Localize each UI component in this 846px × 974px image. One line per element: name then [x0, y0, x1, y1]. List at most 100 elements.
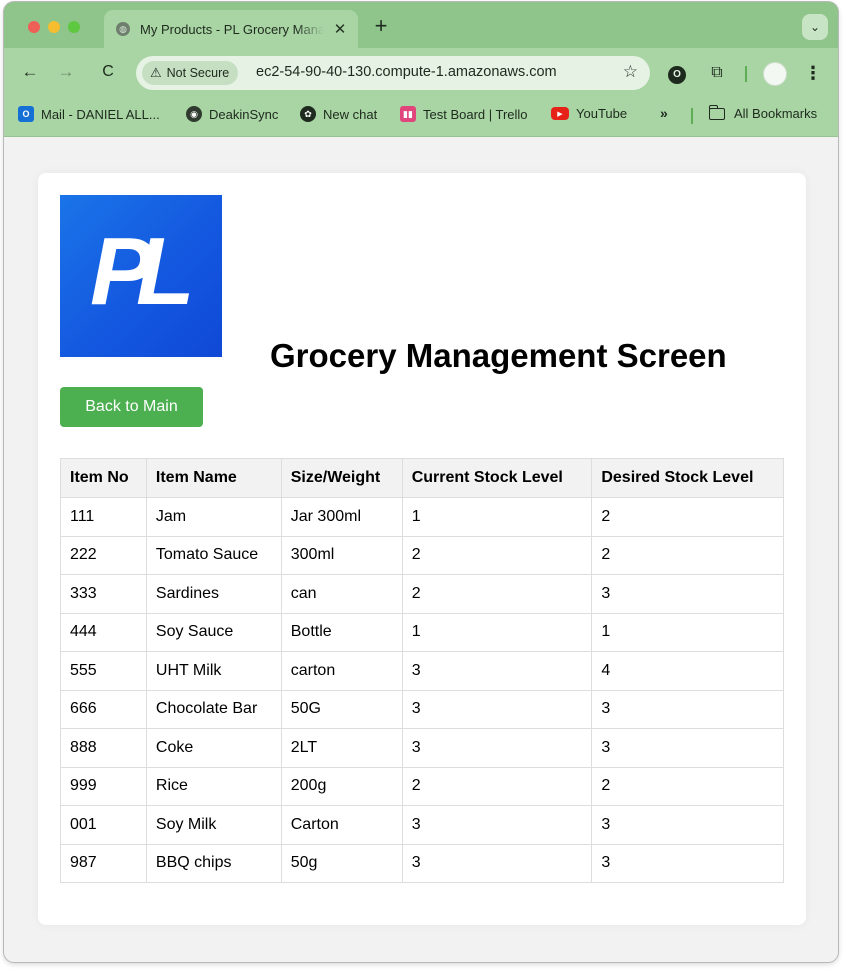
close-tab-icon[interactable]: ✕ [332, 20, 348, 38]
reload-icon[interactable]: C [96, 60, 120, 84]
table-row: 888 Coke 2LT 3 3 [60, 728, 784, 768]
bookmark-label: Mail - DANIEL ALL... [41, 106, 160, 122]
back-to-main-button[interactable]: Back to Main [60, 387, 203, 427]
cell-desired-stock: 4 [591, 651, 784, 691]
browser-toolbar: ← → C ⚠ Not Secure ec2-54-90-40-130.comp… [4, 48, 838, 96]
cell-desired-stock: 2 [591, 535, 784, 575]
cell-current-stock: 2 [401, 574, 593, 614]
cell-size-weight: Carton [280, 805, 403, 845]
youtube-icon: ▶ [551, 107, 569, 120]
outlook-icon: O [18, 106, 34, 122]
deakinsync-icon: ◉ [186, 106, 202, 122]
tab-search-button[interactable]: ⌄ [802, 14, 828, 40]
cell-item-no: 987 [60, 843, 147, 883]
cell-desired-stock: 3 [591, 689, 784, 729]
forward-arrow-icon[interactable]: → [54, 60, 78, 84]
cell-item-name: Sardines [145, 574, 282, 614]
page-title: Grocery Management Screen [270, 337, 727, 374]
cell-desired-stock: 3 [591, 805, 784, 845]
cell-current-stock: 1 [401, 497, 593, 537]
cell-current-stock: 3 [401, 843, 593, 883]
close-window-button[interactable] [28, 21, 40, 33]
cell-current-stock: 2 [401, 535, 593, 575]
tab-strip: ◍ My Products - PL Grocery Management ✕ … [4, 2, 838, 48]
bookmark-label: New chat [323, 106, 378, 122]
cell-item-no: 333 [60, 574, 147, 614]
cell-size-weight: Bottle [280, 612, 403, 652]
cell-desired-stock: 2 [591, 497, 784, 537]
cell-desired-stock: 3 [591, 728, 784, 768]
table-header-row: Item No Item Name Size/Weight Current St… [60, 458, 784, 498]
globe-icon: ◍ [116, 22, 130, 36]
browser-window: ◍ My Products - PL Grocery Management ✕ … [4, 2, 838, 962]
trello-icon: ▮▮ [400, 106, 416, 122]
cell-item-no: 666 [60, 689, 147, 729]
cell-desired-stock: 3 [591, 574, 784, 614]
cell-size-weight: carton [280, 651, 403, 691]
products-table: Item No Item Name Size/Weight Current St… [60, 458, 784, 883]
table-row: 333 Sardines can 2 3 [60, 574, 784, 614]
cell-size-weight: 50g [280, 843, 403, 883]
cell-size-weight: Jar 300ml [280, 497, 403, 537]
extensions-puzzle-icon[interactable]: ⧉ [706, 62, 728, 84]
cell-item-name: Jam [145, 497, 282, 537]
table-row: 111 Jam Jar 300ml 1 2 [60, 497, 784, 537]
bookmark-star-icon[interactable]: ☆ [623, 62, 638, 82]
browser-menu-icon[interactable]: ⋮ [802, 62, 824, 84]
tab-my-products[interactable]: ◍ My Products - PL Grocery Management ✕ [104, 10, 358, 48]
table-row: 001 Soy Milk Carton 3 3 [60, 805, 784, 845]
cell-item-name: Coke [145, 728, 282, 768]
content-card: PL Grocery Management Screen Back to Mai… [38, 173, 806, 925]
minimize-window-button[interactable] [48, 21, 60, 33]
all-bookmarks-label: All Bookmarks [734, 106, 818, 121]
cell-item-no: 111 [60, 497, 147, 537]
cell-current-stock: 3 [401, 689, 593, 729]
zoom-window-button[interactable] [68, 21, 80, 33]
cell-current-stock: 3 [401, 805, 593, 845]
table-row: 444 Soy Sauce Bottle 1 1 [60, 612, 784, 652]
bookmark-trello[interactable]: ▮▮ Test Board | Trello [400, 106, 528, 122]
bookmark-youtube[interactable]: ▶ YouTube [551, 106, 627, 121]
warning-icon: ⚠ [150, 65, 162, 80]
header-size-weight: Size/Weight [280, 458, 403, 498]
bookmarks-bar: O Mail - DANIEL ALL... ◉ DeakinSync ✿ Ne… [4, 96, 838, 137]
bookmark-label: YouTube [576, 106, 628, 121]
bookmark-mail[interactable]: O Mail - DANIEL ALL... [18, 106, 160, 122]
table-row: 987 BBQ chips 50g 3 3 [60, 843, 784, 883]
bookmarks-divider [691, 108, 693, 124]
cell-current-stock: 2 [401, 766, 593, 806]
security-indicator[interactable]: ⚠ Not Secure [142, 61, 239, 85]
cell-item-no: 001 [60, 805, 147, 845]
profile-avatar[interactable] [763, 62, 787, 86]
cell-size-weight: 200g [280, 766, 403, 806]
table-body: 111 Jam Jar 300ml 1 2 222 Tomato Sauce 300ml 2 2 3… [60, 497, 784, 883]
address-bar[interactable]: ⚠ Not Secure ec2-54-90-40-130.compute-1.… [136, 56, 650, 90]
cell-item-no: 444 [60, 612, 147, 652]
cell-size-weight: 300ml [280, 535, 403, 575]
bookmark-label: Test Board | Trello [423, 106, 528, 122]
table-row: 222 Tomato Sauce 300ml 2 2 [60, 535, 784, 575]
tab-title: My Products - PL Grocery Management [140, 21, 325, 37]
url-text[interactable]: ec2-54-90-40-130.compute-1.amazonaws.com [256, 64, 606, 80]
bookmark-deakinsync[interactable]: ◉ DeakinSync [186, 106, 278, 122]
back-arrow-icon[interactable]: ← [18, 60, 42, 84]
cell-size-weight: 2LT [280, 728, 403, 768]
header-current-stock: Current Stock Level [401, 458, 593, 498]
cell-item-name: Soy Sauce [145, 612, 282, 652]
cell-item-name: UHT Milk [145, 651, 282, 691]
cell-current-stock: 3 [401, 728, 593, 768]
bookmark-new-chat[interactable]: ✿ New chat [300, 106, 377, 122]
new-tab-button[interactable]: + [370, 14, 392, 38]
bookmark-label: DeakinSync [209, 106, 279, 122]
bookmarks-overflow-icon[interactable]: » [660, 105, 668, 121]
toolbar-divider [745, 66, 747, 82]
cell-item-name: Soy Milk [145, 805, 282, 845]
table-row: 555 UHT Milk carton 3 4 [60, 651, 784, 691]
openai-icon: ✿ [300, 106, 316, 122]
cell-desired-stock: 2 [591, 766, 784, 806]
extension-shield-icon[interactable]: O [666, 62, 688, 84]
table-row: 999 Rice 200g 2 2 [60, 766, 784, 806]
header-item-name: Item Name [145, 458, 282, 498]
all-bookmarks-button[interactable]: All Bookmarks [708, 104, 818, 121]
page-viewport: PL Grocery Management Screen Back to Mai… [4, 137, 838, 962]
